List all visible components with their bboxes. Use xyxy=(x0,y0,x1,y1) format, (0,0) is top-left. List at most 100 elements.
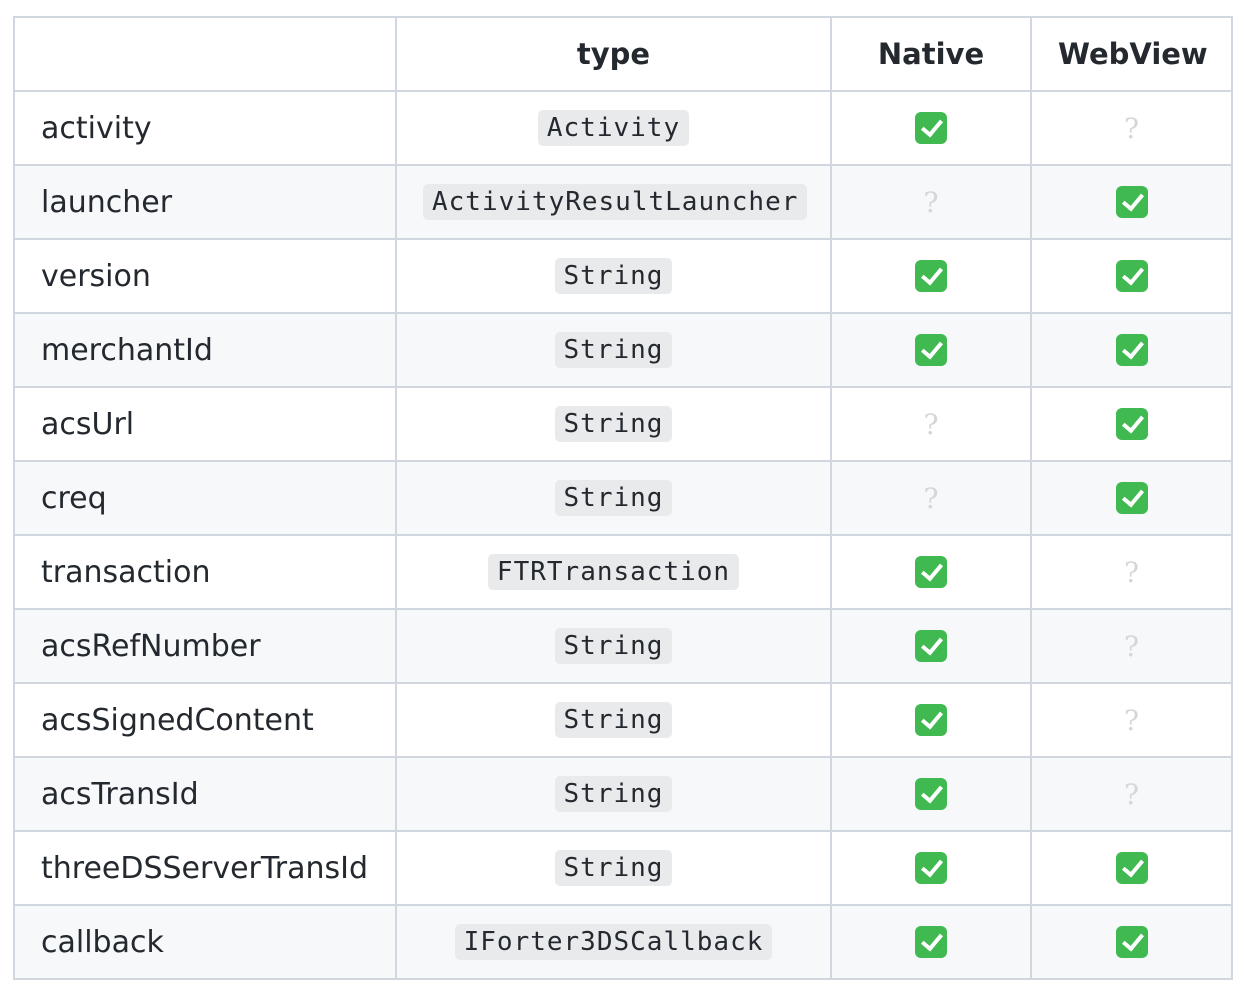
check-icon xyxy=(915,112,947,144)
question-icon: ? xyxy=(1123,703,1139,737)
question-icon: ? xyxy=(1123,777,1139,811)
webview-support-cell: ? xyxy=(1030,534,1233,610)
param-type-cell: IForter3DSCallback xyxy=(395,904,832,980)
question-icon: ? xyxy=(923,481,939,515)
question-icon: ? xyxy=(923,407,939,441)
question-icon: ? xyxy=(1123,111,1139,145)
native-support-cell: ? xyxy=(830,164,1032,240)
table-row: version String xyxy=(13,238,1233,314)
question-icon: ? xyxy=(923,185,939,219)
param-type: String xyxy=(554,258,673,294)
param-type: IForter3DSCallback xyxy=(454,924,773,960)
check-icon xyxy=(1115,260,1148,292)
param-name: callback xyxy=(13,904,397,980)
header-webview: WebView xyxy=(1030,16,1233,92)
table-row: creq String? xyxy=(13,460,1233,536)
param-type-cell: ActivityResultLauncher xyxy=(395,164,832,240)
param-name: creq xyxy=(13,460,397,536)
native-support-cell xyxy=(830,312,1032,388)
param-name: acsRefNumber xyxy=(13,608,397,684)
param-type: String xyxy=(554,628,673,664)
param-type-cell: String xyxy=(395,830,832,906)
table-row: acsRefNumber String? xyxy=(13,608,1233,684)
webview-support-cell xyxy=(1030,830,1233,906)
webview-support-cell xyxy=(1030,312,1233,388)
check-icon xyxy=(915,852,947,884)
param-type-cell: FTRTransaction xyxy=(395,534,832,610)
native-support-cell xyxy=(830,830,1032,906)
check-icon xyxy=(915,926,947,958)
param-name: merchantId xyxy=(13,312,397,388)
param-name: acsUrl xyxy=(13,386,397,462)
param-name: transaction xyxy=(13,534,397,610)
header-native: Native xyxy=(830,16,1032,92)
webview-support-cell xyxy=(1030,238,1233,314)
check-icon xyxy=(915,630,947,662)
native-support-cell xyxy=(830,682,1032,758)
webview-support-cell xyxy=(1030,460,1233,536)
param-type: FTRTransaction xyxy=(487,554,740,590)
native-support-cell xyxy=(830,904,1032,980)
native-support-cell xyxy=(830,608,1032,684)
header-type: type xyxy=(395,16,832,92)
check-icon xyxy=(915,556,947,588)
check-icon xyxy=(1115,482,1148,514)
param-type-cell: String xyxy=(395,312,832,388)
check-icon xyxy=(1115,186,1148,218)
param-type: String xyxy=(554,406,673,442)
param-name: launcher xyxy=(13,164,397,240)
webview-support-cell xyxy=(1030,386,1233,462)
webview-support-cell: ? xyxy=(1030,682,1233,758)
table-row: activity Activity? xyxy=(13,90,1233,166)
webview-support-cell xyxy=(1030,164,1233,240)
table-header-row: type Native WebView xyxy=(13,16,1233,92)
check-icon xyxy=(915,260,947,292)
check-icon xyxy=(915,704,947,736)
param-type-cell: String xyxy=(395,238,832,314)
param-type: Activity xyxy=(537,110,690,146)
param-type: String xyxy=(554,480,673,516)
table-row: acsSignedContent String? xyxy=(13,682,1233,758)
param-type-cell: Activity xyxy=(395,90,832,166)
table-row: callback IForter3DSCallback xyxy=(13,904,1233,980)
check-icon xyxy=(1115,926,1148,958)
native-support-cell xyxy=(830,90,1032,166)
param-type-cell: String xyxy=(395,756,832,832)
native-support-cell xyxy=(830,756,1032,832)
check-icon xyxy=(915,778,947,810)
param-name: threeDSServerTransId xyxy=(13,830,397,906)
param-name: acsSignedContent xyxy=(13,682,397,758)
webview-support-cell: ? xyxy=(1030,90,1233,166)
header-param xyxy=(13,16,397,92)
webview-support-cell: ? xyxy=(1030,608,1233,684)
table-row: merchantId String xyxy=(13,312,1233,388)
param-type: String xyxy=(554,776,673,812)
webview-support-cell xyxy=(1030,904,1233,980)
question-icon: ? xyxy=(1123,555,1139,589)
table-row: acsUrl String? xyxy=(13,386,1233,462)
param-type: ActivityResultLauncher xyxy=(423,184,808,220)
param-type-cell: String xyxy=(395,608,832,684)
native-support-cell xyxy=(830,238,1032,314)
webview-support-cell: ? xyxy=(1030,756,1233,832)
check-icon xyxy=(1115,852,1148,884)
param-type: String xyxy=(554,850,673,886)
question-icon: ? xyxy=(1123,629,1139,663)
param-type: String xyxy=(554,332,673,368)
check-icon xyxy=(915,334,947,366)
param-name: activity xyxy=(13,90,397,166)
table-row: acsTransId String? xyxy=(13,756,1233,832)
check-icon xyxy=(1115,334,1148,366)
native-support-cell: ? xyxy=(830,386,1032,462)
native-support-cell: ? xyxy=(830,460,1032,536)
table-row: transaction FTRTransaction? xyxy=(13,534,1233,610)
param-type-cell: String xyxy=(395,682,832,758)
param-type-cell: String xyxy=(395,460,832,536)
param-type: String xyxy=(554,702,673,738)
param-name: version xyxy=(13,238,397,314)
param-name: acsTransId xyxy=(13,756,397,832)
check-icon xyxy=(1115,408,1148,440)
native-support-cell xyxy=(830,534,1032,610)
table-row: threeDSServerTransId String xyxy=(13,830,1233,906)
parameters-table: type Native WebView activity Activity? lau… xyxy=(13,16,1233,980)
